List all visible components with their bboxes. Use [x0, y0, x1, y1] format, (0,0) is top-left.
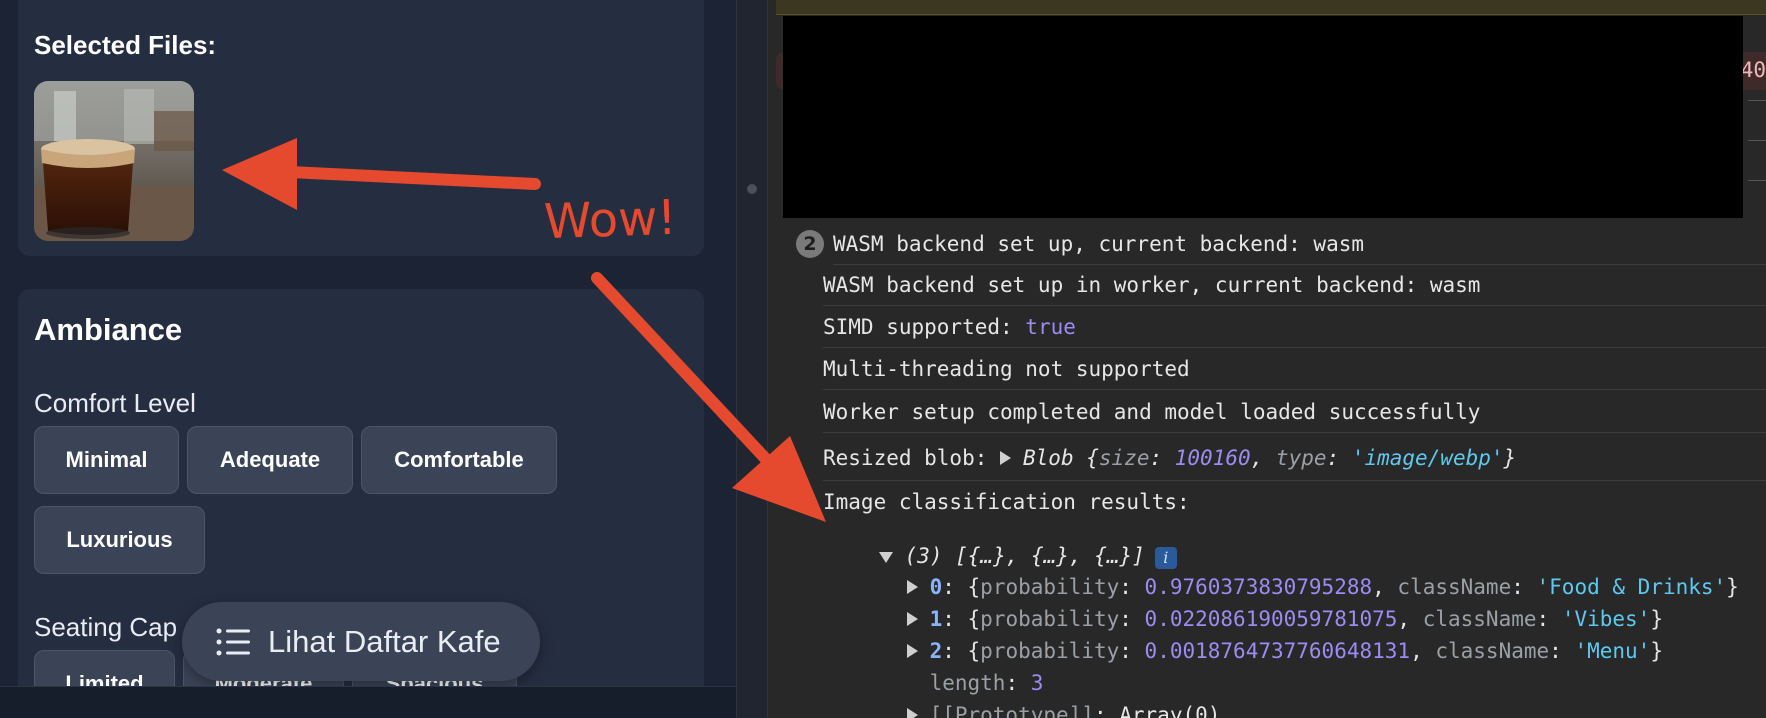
comfort-option-minimal[interactable]: Minimal: [34, 426, 179, 494]
resize-grip-icon: [747, 184, 757, 194]
list-icon: [216, 628, 250, 655]
seating-capacity-label: Seating Cap: [34, 612, 178, 642]
error-count-fragment: 40: [1740, 58, 1766, 82]
result-probability: 0.0018764737760648131: [1144, 639, 1411, 663]
coffee-photo: [34, 81, 194, 241]
blob-name: Blob: [1023, 446, 1074, 470]
expand-triangle-icon[interactable]: [1000, 451, 1012, 465]
blob-type-value: 'image/webp': [1351, 446, 1504, 470]
classification-title: Image classification results:: [823, 490, 1190, 514]
view-cafe-list-label: Lihat Daftar Kafe: [268, 623, 501, 659]
resized-prefix: Resized blob:: [823, 446, 1001, 470]
comfort-option-luxurious[interactable]: Luxurious: [34, 506, 205, 574]
repeat-count-badge: 2: [796, 230, 824, 258]
expand-triangle-icon[interactable]: [906, 708, 918, 718]
prototype-row[interactable]: [[Prototype]]: Array(0): [856, 679, 1220, 718]
ambiance-title: Ambiance: [34, 312, 183, 347]
comfort-option-adequate[interactable]: Adequate: [187, 426, 353, 494]
console-row-resized-blob[interactable]: Resized blob: Blob {size: 100160, type: …: [823, 436, 1766, 481]
selected-image-thumbnail[interactable]: [34, 81, 194, 241]
wow-annotation: Wow!: [543, 189, 678, 251]
blob-size-value: 100160: [1174, 446, 1251, 470]
cafe-app-pane: Selected Files: Ambiance Comfort Level M…: [0, 0, 736, 718]
row-divider: [1748, 140, 1766, 141]
console-row-threading: Multi-threading not supported: [823, 349, 1766, 390]
row-divider: [1748, 100, 1766, 101]
prototype-value: Array(0): [1119, 703, 1221, 718]
redacted-region: [783, 16, 1743, 218]
console-row-worker-setup: Worker setup completed and model loaded …: [823, 392, 1766, 433]
simd-value: true: [1025, 315, 1076, 339]
devtools-console: 40 2 WASM backend set up, current backen…: [768, 0, 1766, 718]
prototype-key: [[Prototype]]: [929, 703, 1094, 718]
comfort-level-label: Comfort Level: [34, 388, 196, 418]
selected-files-title: Selected Files:: [34, 30, 217, 60]
blob-type-key: type: [1275, 446, 1327, 470]
result-classname: 'Menu': [1574, 639, 1651, 663]
app-bottom-bar: [0, 686, 736, 718]
view-cafe-list-button[interactable]: Lihat Daftar Kafe: [182, 602, 540, 681]
warning-message-strip: [776, 0, 1766, 15]
comfort-option-comfortable[interactable]: Comfortable: [361, 426, 557, 494]
console-row-wasm-worker: WASM backend set up in worker, current b…: [823, 265, 1766, 306]
console-row-wasm-backend: WASM backend set up, current backend: wa…: [833, 224, 1766, 265]
panel-resize-handle[interactable]: [736, 0, 768, 718]
simd-prefix: SIMD supported:: [823, 315, 1026, 339]
console-row-simd: SIMD supported: true: [823, 307, 1766, 348]
row-divider: [1748, 180, 1766, 181]
blob-size-key: size: [1098, 446, 1150, 470]
